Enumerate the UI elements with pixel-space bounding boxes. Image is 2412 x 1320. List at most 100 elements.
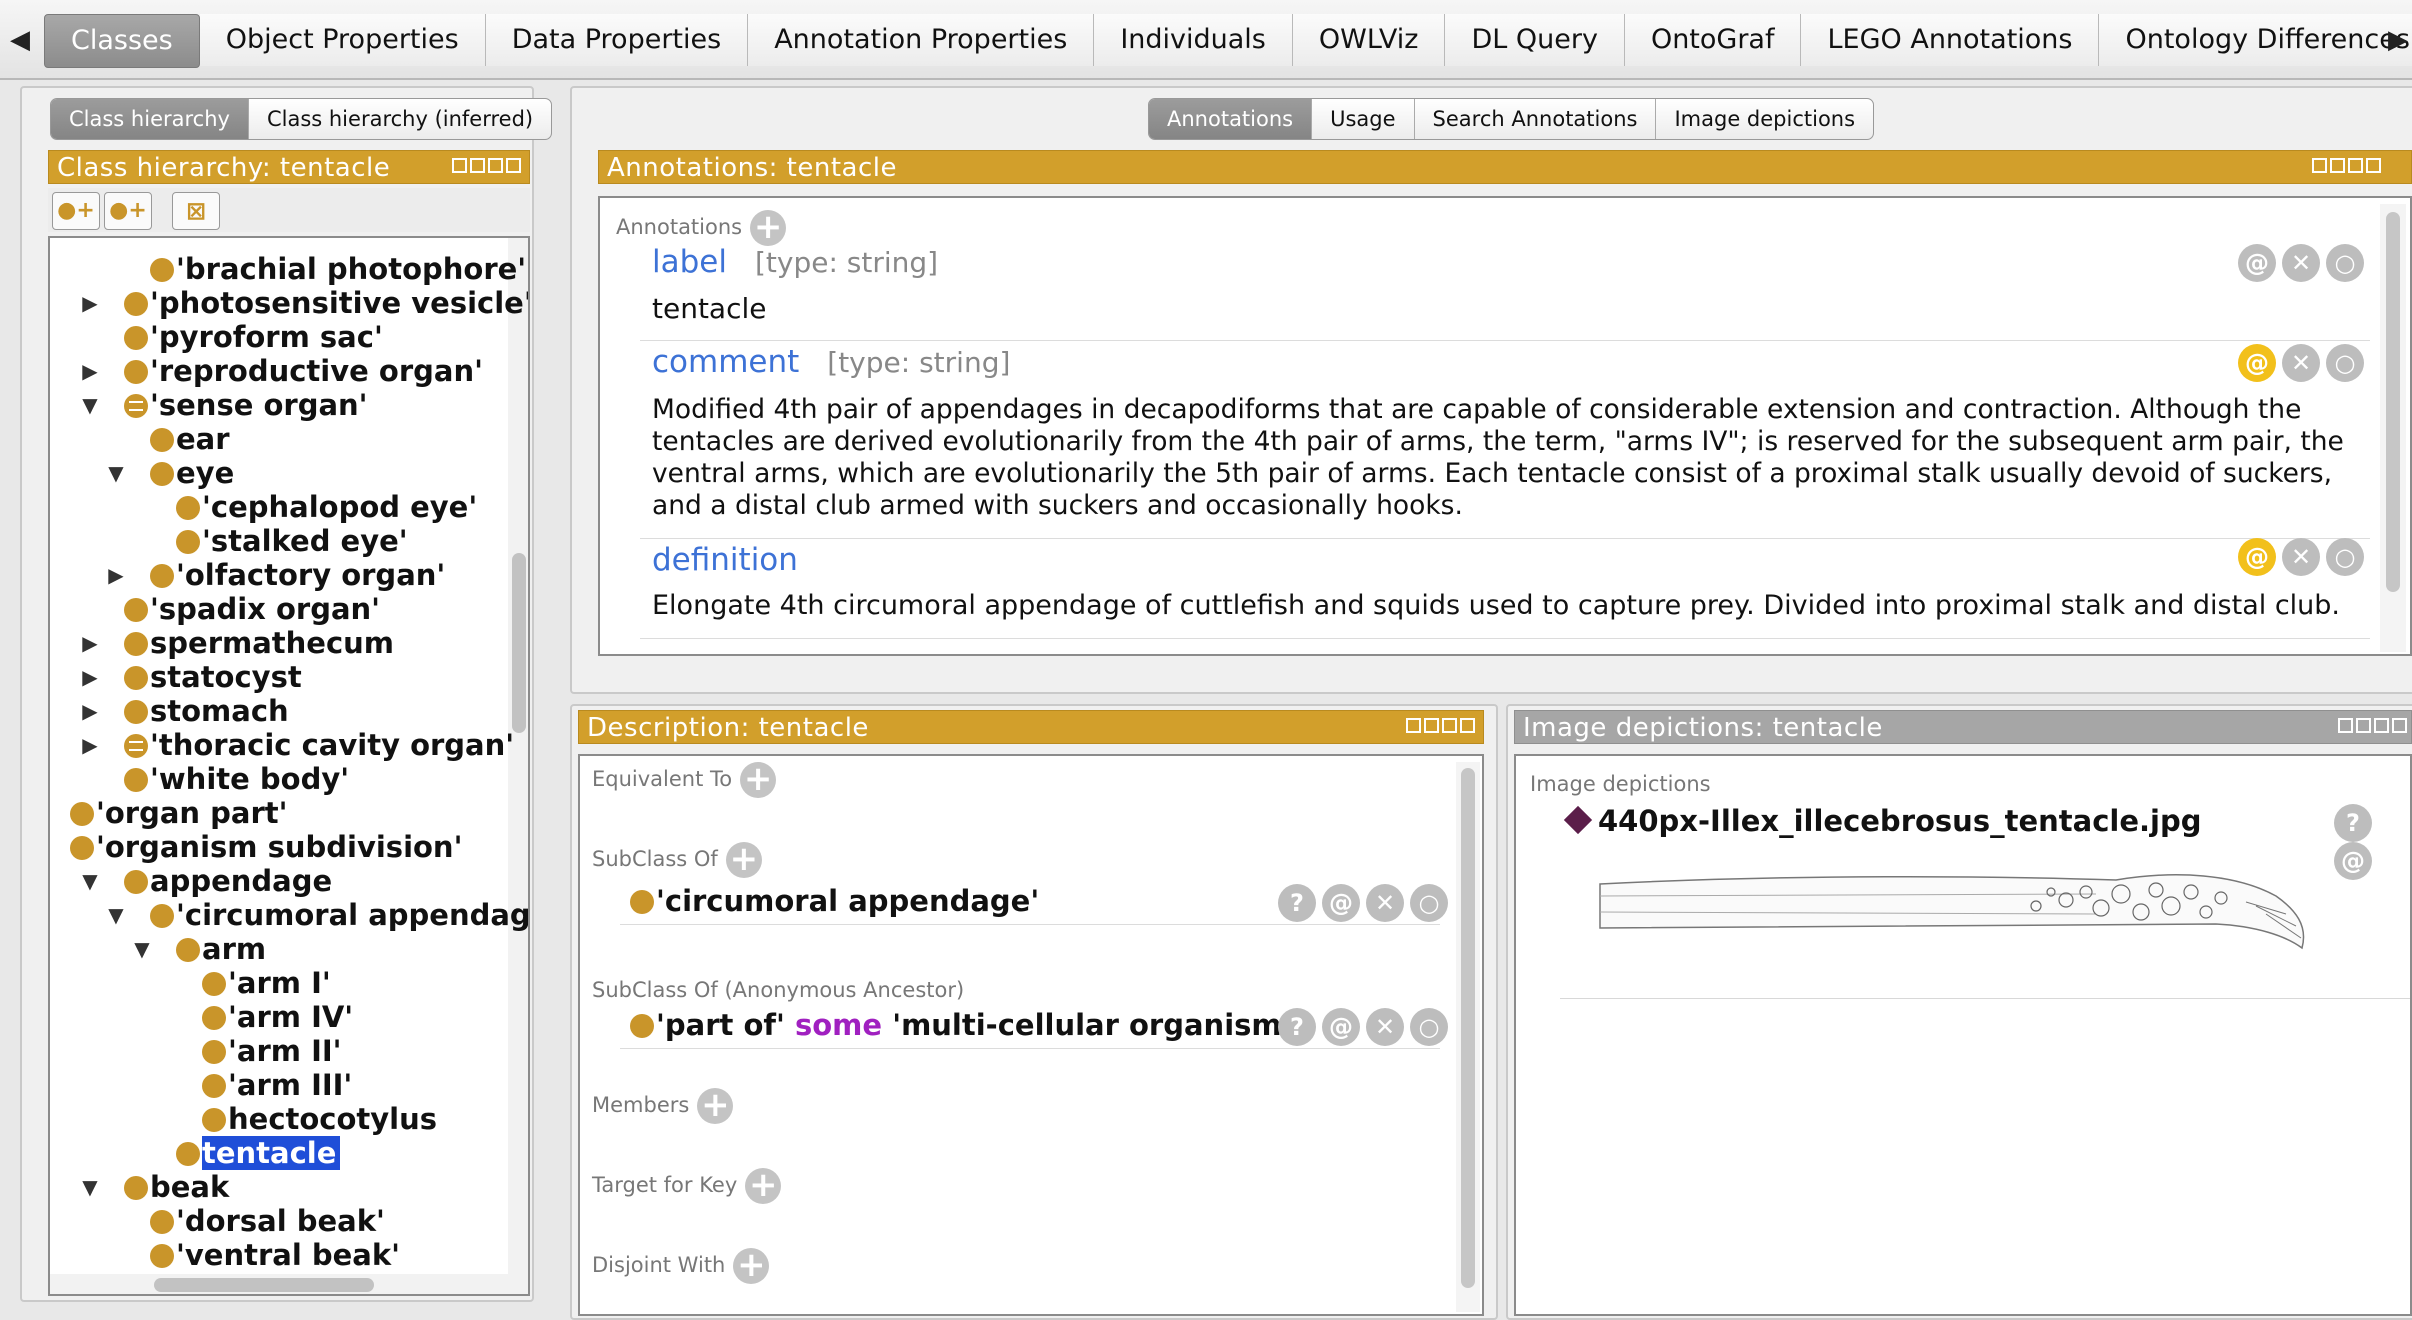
tree-item[interactable]: 'organ part' <box>70 796 288 830</box>
tree-item[interactable]: appendage <box>124 864 332 898</box>
tree-item[interactable]: 'brachial photophore' <box>150 252 526 286</box>
minimize-icon[interactable] <box>1424 718 1439 733</box>
tree-item[interactable]: 'stalked eye' <box>176 524 408 558</box>
delete-icon[interactable]: ✕ <box>1366 884 1404 922</box>
add-superclass-icon[interactable]: + <box>725 842 762 878</box>
tab-lego-annotations[interactable]: LEGO Annotations <box>1801 14 2100 66</box>
tab-image-depictions[interactable]: Image depictions <box>1656 99 1873 139</box>
detach-icon[interactable] <box>1406 718 1421 733</box>
tree-item[interactable]: 'pyroform sac' <box>124 320 383 354</box>
detach-icon[interactable] <box>2338 718 2353 733</box>
tree-item[interactable]: 'arm III' <box>202 1068 352 1102</box>
expand-toggle-icon[interactable]: ▶ <box>78 354 102 388</box>
tree-item[interactable]: hectocotylus <box>202 1102 437 1136</box>
tab-classes[interactable]: Classes <box>44 14 200 68</box>
detach-icon[interactable] <box>2312 158 2327 173</box>
close-icon[interactable] <box>2366 158 2381 173</box>
minimize-icon[interactable] <box>470 158 485 173</box>
tab-search-annotations[interactable]: Search Annotations <box>1415 99 1657 139</box>
close-icon[interactable] <box>506 158 521 173</box>
annotation-property[interactable]: label <box>652 244 727 280</box>
add-annotation-icon[interactable]: + <box>750 210 787 246</box>
tree-item[interactable]: 'circumoral appendage' <box>150 898 528 932</box>
tree-item[interactable]: 'arm II' <box>202 1034 342 1068</box>
add-sibling-icon[interactable]: ●+ <box>104 192 152 230</box>
tree-item[interactable]: 'reproductive organ' <box>124 354 483 388</box>
delete-class-icon[interactable]: ⊠ <box>172 192 220 230</box>
collapse-toggle-icon[interactable]: ▼ <box>78 388 102 422</box>
annotate-icon[interactable]: @ <box>2238 538 2276 576</box>
delete-icon[interactable]: ✕ <box>1366 1008 1404 1046</box>
scroll-right-arrow-icon[interactable]: ▶ <box>2378 18 2412 62</box>
expand-toggle-icon[interactable]: ▶ <box>78 286 102 320</box>
explain-icon[interactable]: ? <box>1278 884 1316 922</box>
tree-item[interactable]: 'dorsal beak' <box>150 1204 385 1238</box>
collapse-toggle-icon[interactable]: ▼ <box>78 1170 102 1204</box>
tab-individuals[interactable]: Individuals <box>1094 14 1293 66</box>
tab-class-hierarchy[interactable]: Class hierarchy <box>51 99 249 139</box>
add-member-icon[interactable]: + <box>697 1088 734 1124</box>
maximize-icon[interactable] <box>1442 718 1457 733</box>
collapse-toggle-icon[interactable]: ▼ <box>104 898 128 932</box>
collapse-toggle-icon[interactable]: ▼ <box>78 864 102 898</box>
tree-item[interactable]: 'olfactory organ' <box>150 558 445 592</box>
edit-icon[interactable]: ○ <box>1410 1008 1448 1046</box>
detach-icon[interactable] <box>452 158 467 173</box>
tree-item[interactable]: 'arm I' <box>202 966 331 1000</box>
add-subclass-icon[interactable]: ●+ <box>52 192 100 230</box>
tab-ontograf[interactable]: OntoGraf <box>1624 14 1802 66</box>
close-icon[interactable] <box>2392 718 2407 733</box>
tab-owlviz[interactable]: OWLViz <box>1292 14 1446 66</box>
tab-annotations[interactable]: Annotations <box>1149 99 1313 139</box>
expand-toggle-icon[interactable]: ▶ <box>78 694 102 728</box>
annotate-icon[interactable]: @ <box>1322 884 1360 922</box>
expand-toggle-icon[interactable]: ▶ <box>104 558 128 592</box>
tree-item[interactable]: 'photosensitive vesicle' <box>124 286 528 320</box>
description-scrollbar[interactable] <box>1456 762 1480 1312</box>
tree-horizontal-scrollbar[interactable] <box>50 1274 508 1294</box>
minimize-icon[interactable] <box>2330 158 2345 173</box>
maximize-icon[interactable] <box>2374 718 2389 733</box>
tree-hscroll-thumb[interactable] <box>154 1278 374 1292</box>
annotate-icon[interactable]: @ <box>2238 244 2276 282</box>
add-equivalent-icon[interactable]: + <box>740 762 777 798</box>
tree-item[interactable]: tentacle <box>176 1136 341 1170</box>
collapse-toggle-icon[interactable]: ▼ <box>104 456 128 490</box>
minimize-icon[interactable] <box>2356 718 2371 733</box>
annotate-icon[interactable]: @ <box>1322 1008 1360 1046</box>
tree-item[interactable]: statocyst <box>124 660 302 694</box>
explain-icon[interactable]: ? <box>1278 1008 1316 1046</box>
annotation-comment-row[interactable]: comment [type: string] <box>652 344 1010 380</box>
annotate-icon[interactable]: @ <box>2334 842 2372 880</box>
tree-vertical-scrollbar[interactable] <box>508 238 528 1294</box>
annotations-scroll-thumb[interactable] <box>2386 212 2400 592</box>
delete-icon[interactable]: ✕ <box>2282 538 2320 576</box>
expand-toggle-icon[interactable]: ▶ <box>78 660 102 694</box>
tab-object-properties[interactable]: Object Properties <box>199 14 486 66</box>
tree-item[interactable]: spermathecum <box>124 626 394 660</box>
tree-item[interactable]: 'thoracic cavity organ' <box>124 728 514 762</box>
tree-item[interactable]: 'ventral beak' <box>150 1238 400 1272</box>
tree-item[interactable]: 'organism subdivision' <box>70 830 462 864</box>
annotation-property[interactable]: comment <box>652 344 799 380</box>
tree-item[interactable]: 'white body' <box>124 762 349 796</box>
tab-data-properties[interactable]: Data Properties <box>485 14 749 66</box>
maximize-icon[interactable] <box>2348 158 2363 173</box>
tree-item[interactable]: stomach <box>124 694 289 728</box>
tree-item[interactable]: arm <box>176 932 266 966</box>
add-key-icon[interactable]: + <box>745 1168 782 1204</box>
annotation-property[interactable]: definition <box>652 542 798 578</box>
tree-item[interactable]: 'spadix organ' <box>124 592 380 626</box>
tree-item[interactable]: 'arm IV' <box>202 1000 353 1034</box>
tab-ontology-differences[interactable]: Ontology Differences <box>2099 14 2412 66</box>
image-file-item[interactable]: 440px-Illex_illecebrosus_tentacle.jpg <box>1563 804 2201 838</box>
expand-toggle-icon[interactable]: ▶ <box>78 728 102 762</box>
edit-icon[interactable]: ○ <box>2326 538 2364 576</box>
collapse-toggle-icon[interactable]: ▼ <box>130 932 154 966</box>
tab-dl-query[interactable]: DL Query <box>1445 14 1625 66</box>
tree-item[interactable]: ear <box>150 422 230 456</box>
tree-item[interactable]: beak <box>124 1170 229 1204</box>
add-disjoint-icon[interactable]: + <box>733 1248 770 1284</box>
close-icon[interactable] <box>1460 718 1475 733</box>
delete-icon[interactable]: ✕ <box>2282 244 2320 282</box>
